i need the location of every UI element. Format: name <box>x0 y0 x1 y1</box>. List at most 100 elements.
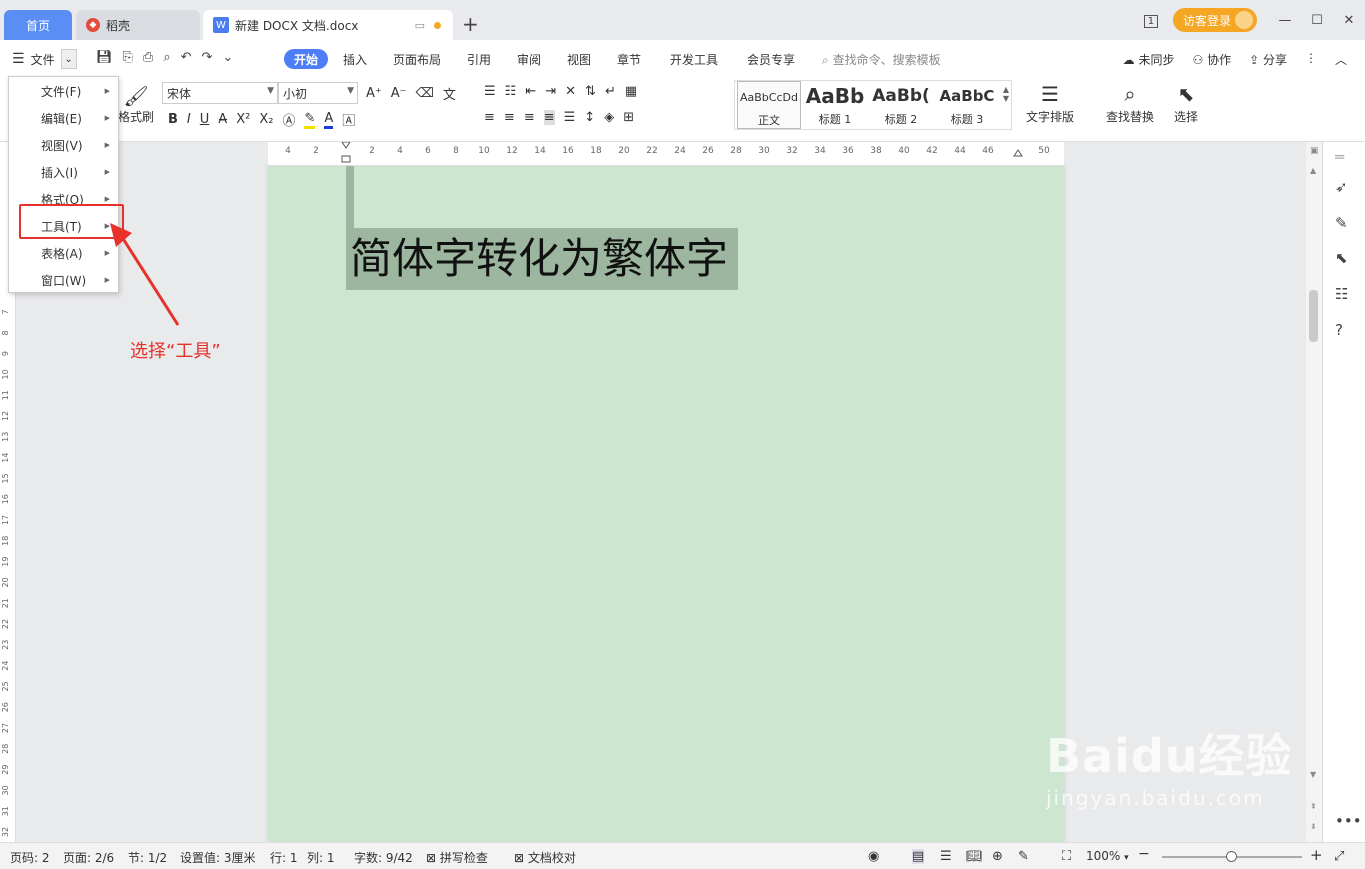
share-button[interactable]: ⇪ 分享 <box>1249 51 1287 68</box>
prev-page-icon[interactable]: ⇞ <box>1310 802 1317 811</box>
tab-developer[interactable]: 开发工具 <box>670 51 718 68</box>
text-effect-icon[interactable]: Ⓐ <box>282 110 295 129</box>
find-replace-button[interactable]: ⌕ 查找替换 <box>1106 82 1154 125</box>
distribute-icon[interactable]: ☰ <box>564 110 576 125</box>
customize-chevron-icon[interactable]: ⌄ <box>222 50 233 65</box>
minimize-icon[interactable]: — <box>1269 13 1301 28</box>
italic-icon[interactable]: I <box>187 112 191 127</box>
pen-icon[interactable]: ✎ <box>1335 214 1348 232</box>
show-marks-icon[interactable]: ↵ <box>605 84 616 99</box>
text-layout-button[interactable]: ☰ 文字排版 <box>1026 82 1074 125</box>
shrink-font-icon[interactable]: A⁻ <box>391 86 407 101</box>
tab-review[interactable]: 审阅 <box>517 51 541 68</box>
subscript-icon[interactable]: X₂ <box>259 112 273 127</box>
next-page-icon[interactable]: ⇟ <box>1310 822 1317 831</box>
menu-item-view[interactable]: 视图(V) ▶ <box>9 132 118 158</box>
sync-button[interactable]: ☁ 未同步 <box>1123 51 1175 68</box>
scrollbar-thumb[interactable] <box>1309 290 1318 342</box>
rocket-icon[interactable]: ➶ <box>1335 178 1348 196</box>
close-icon[interactable]: ✕ <box>1333 13 1365 28</box>
shading-icon[interactable]: ◈ <box>604 110 614 125</box>
fit-page-icon[interactable]: ⛶ <box>1062 849 1071 864</box>
highlight-color-icon[interactable]: ✎ <box>304 111 316 129</box>
underline-icon[interactable]: U <box>200 112 210 127</box>
export-pdf-icon[interactable]: ⎘ <box>123 50 133 65</box>
doc-proof-button[interactable]: ⊠ 文档校对 <box>514 849 576 866</box>
style-normal[interactable]: AaBbCcDd 正文 <box>737 81 801 129</box>
align-right-icon[interactable]: ≡ <box>524 110 535 125</box>
maximize-icon[interactable]: ☐ <box>1301 13 1333 28</box>
document-page[interactable]: 简体字转化为繁体字 <box>268 166 1064 842</box>
scroll-up-icon[interactable]: ▲ <box>1310 166 1316 175</box>
tab-chapter[interactable]: 章节 <box>617 51 641 68</box>
status-page-code[interactable]: 页码: 2 <box>10 849 50 866</box>
align-center-icon[interactable]: ≡ <box>504 110 515 125</box>
line-spacing-icon[interactable]: ↕ <box>584 110 595 125</box>
help-icon[interactable]: ? <box>1335 321 1343 339</box>
outline-view-icon[interactable]: ☰ <box>940 849 952 864</box>
spell-check-button[interactable]: ⊠ 拼写检查 <box>426 849 488 866</box>
undo-icon[interactable]: ↶ <box>181 50 192 65</box>
write-mode-icon[interactable]: ✎ <box>1018 849 1029 864</box>
status-setting[interactable]: 设置值: 3厘米 <box>180 849 256 866</box>
select-button[interactable]: ⬉ 选择 <box>1174 82 1198 125</box>
tab-references[interactable]: 引用 <box>467 51 491 68</box>
redo-icon[interactable]: ↷ <box>202 50 213 65</box>
bold-icon[interactable]: B <box>168 112 178 127</box>
eye-protect-icon[interactable]: ◉ <box>868 849 879 864</box>
more-dots-icon[interactable]: ••• <box>1335 812 1362 830</box>
zoom-out-icon[interactable]: − <box>1138 846 1150 862</box>
menu-item-insert[interactable]: 插入(I) ▶ <box>9 159 118 185</box>
bullet-list-icon[interactable]: ☰ <box>484 84 496 99</box>
tab-daoke[interactable]: ◆ 稻壳 <box>76 10 200 40</box>
print-icon[interactable]: ⎙ <box>143 50 153 65</box>
monitor-icon[interactable]: ▭ <box>415 19 425 32</box>
new-tab-button[interactable]: + <box>462 12 479 36</box>
style-heading3[interactable]: AaBbC 标题 3 <box>935 81 999 129</box>
save-icon[interactable]: 💾︎ <box>96 50 113 65</box>
panel-handle-icon[interactable]: ═ <box>1335 148 1344 166</box>
page-view-icon[interactable]: ▤ <box>912 849 925 864</box>
tab-view[interactable]: 视图 <box>567 51 591 68</box>
sort-icon[interactable]: ⇅ <box>585 84 596 99</box>
status-row[interactable]: 行: 1 <box>270 849 298 866</box>
status-col[interactable]: 列: 1 <box>307 849 335 866</box>
right-indent-marker-icon[interactable] <box>1013 149 1023 157</box>
zoom-in-icon[interactable]: + <box>1310 846 1323 864</box>
zoom-slider[interactable] <box>1162 851 1302 862</box>
tab-page-layout[interactable]: 页面布局 <box>393 51 441 68</box>
status-page[interactable]: 页面: 2/6 <box>63 849 114 866</box>
justify-icon[interactable]: ≡ <box>543 110 555 125</box>
tab-insert[interactable]: 插入 <box>343 51 367 68</box>
more-icon[interactable]: ⋮ <box>1305 51 1317 68</box>
web-view-icon[interactable]: ⊕ <box>992 849 1003 864</box>
horizontal-ruler[interactable]: 4 2 2 4 6 8 10 12 14 16 18 20 22 24 26 28 30 32 34 36 38 40 42… <box>268 142 1064 166</box>
align-left-icon[interactable]: ≡ <box>484 110 495 125</box>
font-name-select[interactable]: 宋体 ▼ <box>162 82 278 104</box>
reading-view-icon[interactable]: 📖︎ <box>966 849 983 864</box>
status-section[interactable]: 节: 1/2 <box>128 849 167 866</box>
menu-item-file[interactable]: 文件(F) ▶ <box>9 78 118 104</box>
clear-format-icon[interactable]: ⌫ <box>416 86 434 101</box>
collab-button[interactable]: ⚇ 协作 <box>1192 51 1231 68</box>
status-word-count[interactable]: 字数: 9/42 <box>354 849 413 866</box>
sliders-icon[interactable]: ☷ <box>1335 285 1348 303</box>
vertical-scrollbar[interactable]: ▣ ▲ ▼ ⇞ ⇟ <box>1306 142 1322 842</box>
chevron-down-icon[interactable]: ⌄ <box>60 49 77 69</box>
numbered-list-icon[interactable]: ☷ <box>505 84 517 99</box>
grow-font-icon[interactable]: A⁺ <box>366 86 382 101</box>
guest-login-button[interactable]: 访客登录 <box>1172 8 1257 32</box>
char-border-icon[interactable]: 🄰 <box>342 110 355 129</box>
phonetic-guide-icon[interactable]: 文 <box>443 84 456 103</box>
style-scroll-icon[interactable]: ▲ ▼ <box>1003 85 1009 103</box>
tab-document[interactable]: W 新建 DOCX 文档.docx ▭ <box>203 10 453 40</box>
increase-indent-icon[interactable]: ⇥ <box>545 84 556 99</box>
format-painter-button[interactable]: 🖌︎ 格式刷 <box>118 84 154 125</box>
tab-start[interactable]: 开始 <box>284 49 328 69</box>
chinese-layout-icon[interactable]: ✕ <box>565 84 576 99</box>
tab-home[interactable]: 首页 <box>4 10 72 40</box>
window-count-icon[interactable]: 1 <box>1135 13 1167 28</box>
superscript-icon[interactable]: X² <box>236 112 250 127</box>
indent-marker-icon[interactable] <box>341 142 351 163</box>
decrease-indent-icon[interactable]: ⇤ <box>525 84 536 99</box>
